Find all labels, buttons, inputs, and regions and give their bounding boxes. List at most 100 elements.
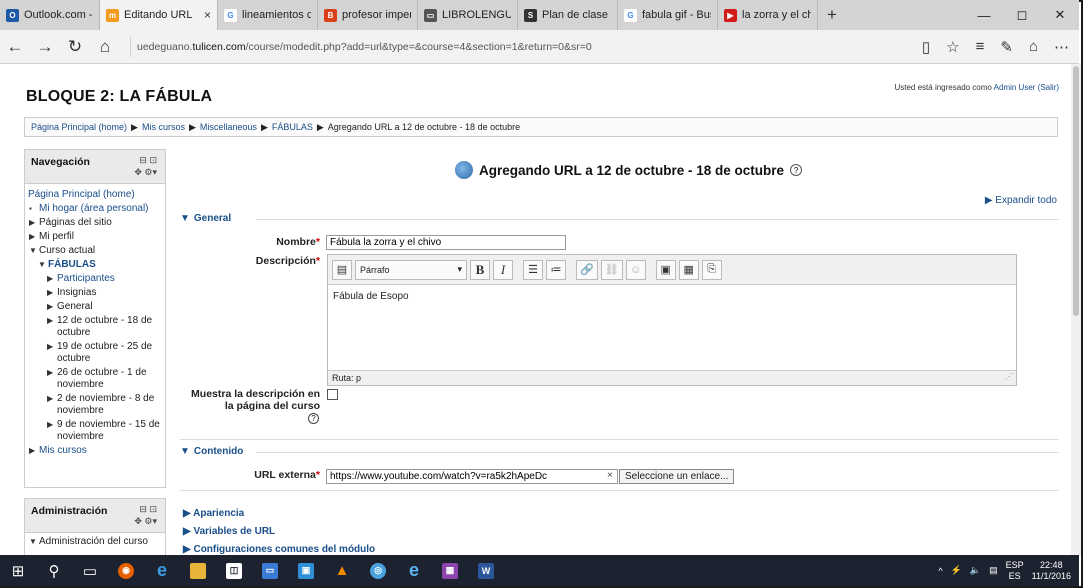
browser-tab[interactable]: m Editando URL × [100,0,218,30]
url-variables-section-toggle[interactable]: ▶ Variables de URL [183,526,275,537]
new-tab-button[interactable]: + [818,0,846,30]
nav-item[interactable]: ▶ 2 de noviembre - 8 de noviembre [25,392,165,418]
firefox-icon[interactable]: ◉ [108,555,144,586]
nav-item[interactable]: ▶ Mis cursos [25,444,165,458]
nav-item[interactable]: ▼ FÁBULAS [25,258,165,272]
internet-explorer-icon[interactable]: e [396,555,432,586]
vlc-icon[interactable]: ▲ [324,555,360,586]
move-icon[interactable]: ✥ [134,516,142,526]
nav-item[interactable]: ▪ Mi hogar (área personal) [25,202,165,216]
appearance-section-toggle[interactable]: ▶ Apariencia [183,508,244,519]
nav-item[interactable]: ▼ Curso actual [25,244,165,258]
nav-item[interactable]: ▶ 12 de octubre - 18 de octubre [25,314,165,340]
home-icon[interactable]: ⌂ [90,37,120,57]
bold-icon[interactable]: B [470,259,490,280]
browser-tab[interactable]: ▶ la zorra y el ch [718,0,818,30]
edge-icon[interactable]: e [144,555,180,586]
gear-icon[interactable]: ⚙▾ [144,516,157,526]
editor-content[interactable]: Fábula de Esopo [328,285,1016,370]
manage-files-icon[interactable]: ⎘ [701,259,722,280]
more-icon[interactable]: ⋯ [1054,38,1069,56]
volume-icon[interactable]: 🔈 [970,565,981,576]
nav-item[interactable]: ▶ Insignias [25,286,165,300]
favorite-star-icon[interactable]: ☆ [946,38,959,56]
close-window-button[interactable]: ✕ [1041,0,1079,30]
network-app-icon[interactable]: ▦ [432,555,468,586]
common-settings-section-toggle[interactable]: ▶ Configuraciones comunes del módulo [183,544,375,555]
help-icon[interactable]: ? [790,164,803,176]
reading-view-icon[interactable]: ▯ [922,38,930,56]
monitor-icon[interactable]: ▭ [252,555,288,586]
language-indicator[interactable]: ESP ES [1006,560,1024,582]
word-icon[interactable]: W [468,555,504,586]
emoticon-icon[interactable]: ☺ [625,259,646,280]
nav-item[interactable]: ▶ Mi perfil [25,230,165,244]
name-input[interactable] [326,235,566,250]
external-url-input[interactable] [326,469,618,484]
login-user-link[interactable]: Admin User (Salir) [994,83,1059,92]
nav-item[interactable]: ▶ General [25,300,165,314]
browser-tab[interactable]: S Plan de clase 4to : [518,0,618,30]
nav-item[interactable]: ▶ Páginas del sitio [25,216,165,230]
breadcrumb-link[interactable]: Miscellaneous [200,122,257,132]
notification-icon[interactable]: ▤ [989,565,998,576]
breadcrumb-link[interactable]: FÁBULAS [272,122,313,132]
share-icon[interactable]: ⌂ [1029,38,1038,56]
clear-url-icon[interactable]: × [607,470,613,481]
nav-item[interactable]: ▶ 9 de noviembre - 15 de noviembre [25,418,165,444]
toolbar-toggle-icon[interactable]: ▤ [332,259,352,280]
show-description-checkbox[interactable] [327,389,338,400]
breadcrumb-link[interactable]: Mis cursos [142,122,185,132]
link-icon[interactable]: 🔗 [576,259,598,280]
browser-tab[interactable]: Bprofesor imperfec [318,0,418,30]
content-section-toggle[interactable]: ▼ Contenido [180,446,243,457]
choose-link-button[interactable]: Seleccione un enlace... [619,469,735,484]
file-explorer-icon[interactable] [180,555,216,586]
ordered-list-icon[interactable]: ≔ [546,259,566,280]
hub-icon[interactable]: ≡ [976,38,985,56]
dock-icon[interactable]: ⊡ [149,155,157,165]
app-icon[interactable]: ▣ [288,555,324,586]
unordered-list-icon[interactable]: ☰ [523,259,543,280]
maximize-button[interactable]: ◻ [1003,0,1041,30]
media-icon[interactable]: ▦ [678,259,699,280]
close-tab-icon[interactable]: × [204,8,211,22]
url-field[interactable]: uedeguano.tulicen.com/course/modedit.php… [130,36,922,57]
collapse-icon[interactable]: ⊟ [139,155,147,165]
store-icon[interactable]: ◫ [216,555,252,586]
help-icon[interactable]: ? [308,413,319,424]
browser-tab[interactable]: Glineamientos curri [218,0,318,30]
breadcrumb-link[interactable]: Página Principal (home) [31,122,127,132]
chrome-icon[interactable]: ◎ [360,555,396,586]
forward-icon[interactable]: → [30,37,60,57]
clock[interactable]: 22:48 11/1/2016 [1032,560,1071,582]
nav-item[interactable]: ▶ Participantes [25,272,165,286]
expand-all-link[interactable]: ▶ Expandir todo [985,195,1057,206]
task-view-icon[interactable]: ▭ [72,555,108,586]
general-section-toggle[interactable]: ▼ General [180,213,231,224]
show-hidden-icons-icon[interactable]: ^ [938,566,942,576]
network-icon[interactable]: ⚡ [951,565,962,576]
collapse-icon[interactable]: ⊟ [139,504,147,514]
page-scrollbar[interactable] [1071,64,1081,555]
refresh-icon[interactable]: ↻ [60,37,90,57]
gear-icon[interactable]: ⚙▾ [144,167,157,177]
unlink-icon[interactable]: ⛓ [600,259,623,280]
move-icon[interactable]: ✥ [134,167,142,177]
italic-icon[interactable]: I [493,259,513,280]
course-admin-item[interactable]: ▼ Administración del curso [25,533,165,548]
nav-home-link[interactable]: Página Principal (home) [25,188,165,202]
search-icon[interactable]: ⚲ [36,555,72,586]
paragraph-format-select[interactable]: Párrafo ▾ [355,259,467,280]
image-icon[interactable]: ▣ [655,259,676,280]
browser-tab[interactable]: Gfabula gif - Buscar [618,0,718,30]
nav-item[interactable]: ▶ 26 de octubre - 1 de noviembre [25,366,165,392]
browser-tab[interactable]: O Outlook.com - wla [0,0,100,30]
dock-icon[interactable]: ⊡ [149,504,157,514]
resize-handle-icon[interactable]: ⋰ [1005,370,1013,384]
minimize-button[interactable]: — [965,0,1003,30]
browser-tab[interactable]: ▭ LIBROLENGUAYLIT [418,0,518,30]
scrollbar-thumb[interactable] [1073,66,1079,316]
windows-start-icon[interactable]: ⊞ [0,555,36,586]
nav-item[interactable]: ▶ 19 de octubre - 25 de octubre [25,340,165,366]
